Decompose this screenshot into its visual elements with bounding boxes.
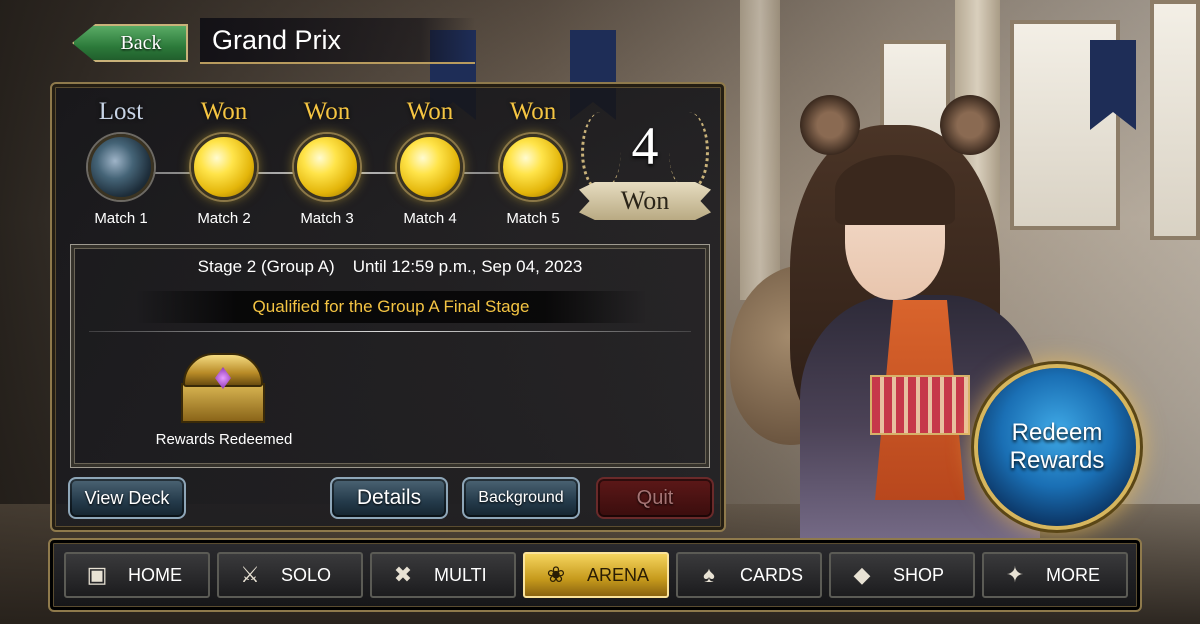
- match-3: Won Match 3: [282, 96, 372, 227]
- match-4: Won Match 4: [385, 96, 475, 227]
- redeem-rewards-button[interactable]: Redeem Rewards: [978, 368, 1136, 526]
- wins-emblem: 4 Won: [575, 102, 715, 222]
- match-result: Won: [406, 98, 454, 125]
- match-results: Lost Match 1 Won Match 2 Won Match 3 Won…: [76, 96, 586, 236]
- match-result: Won: [509, 98, 557, 125]
- nav-multi[interactable]: ✖ MULTI: [370, 552, 516, 598]
- match-label: Match 2: [197, 210, 251, 227]
- crossed-swords-icon: ✖: [393, 562, 413, 587]
- treasure-chest-icon: [173, 349, 273, 429]
- won-orb-icon: [500, 134, 566, 200]
- nav-home[interactable]: ▣ HOME: [64, 552, 210, 598]
- nav-cards[interactable]: ♠ CARDS: [676, 552, 822, 598]
- grand-prix-panel: Lost Match 1 Won Match 2 Won Match 3 Won…: [50, 82, 726, 532]
- rewards-redeemed-label: Rewards Redeemed: [155, 431, 293, 448]
- nav-shop[interactable]: ◆ SHOP: [829, 552, 975, 598]
- match-1: Lost Match 1: [76, 96, 166, 227]
- wins-count: 4: [631, 116, 659, 176]
- match-5: Won Match 5: [488, 96, 578, 227]
- qualified-status: Qualified for the Group A Final Stage: [135, 291, 647, 323]
- divider: [89, 331, 691, 332]
- match-result: Won: [303, 98, 351, 125]
- sparkles-icon: ✦: [1005, 562, 1025, 587]
- sword-shield-icon: ⚔: [240, 562, 260, 587]
- nav-arena[interactable]: ❀ ARENA: [523, 552, 669, 598]
- won-orb-icon: [397, 134, 463, 200]
- match-label: Match 5: [506, 210, 560, 227]
- match-result: Lost: [98, 98, 144, 125]
- back-button-label: Back: [120, 31, 162, 54]
- back-button[interactable]: Back: [72, 24, 188, 62]
- wins-ribbon: Won: [579, 182, 711, 220]
- view-deck-button[interactable]: View Deck: [68, 477, 186, 519]
- laurel-icon: ❀: [546, 562, 566, 587]
- match-2: Won Match 2: [179, 96, 269, 227]
- stage-name: Stage 2 (Group A): [197, 257, 335, 276]
- won-orb-icon: [191, 134, 257, 200]
- details-button[interactable]: Details: [330, 477, 448, 519]
- stage-info-box: Stage 2 (Group A) Until 12:59 p.m., Sep 0…: [70, 244, 710, 468]
- match-label: Match 3: [300, 210, 354, 227]
- stage-deadline: Until 12:59 p.m., Sep 04, 2023: [352, 257, 583, 276]
- match-result: Won: [200, 98, 248, 125]
- match-label: Match 4: [403, 210, 457, 227]
- background-button[interactable]: Background: [462, 477, 580, 519]
- match-label: Match 1: [94, 210, 148, 227]
- lost-orb-icon: [88, 134, 154, 200]
- nav-more[interactable]: ✦ MORE: [982, 552, 1128, 598]
- page-title: Grand Prix: [200, 18, 475, 64]
- bottom-navigation: ▣ HOME ⚔ SOLO ✖ MULTI ❀ ARENA ♠ CARDS ◆ …: [48, 538, 1142, 612]
- home-icon: ▣: [86, 562, 108, 587]
- castle-window: [1150, 0, 1200, 240]
- won-orb-icon: [294, 134, 360, 200]
- nav-solo[interactable]: ⚔ SOLO: [217, 552, 363, 598]
- cards-icon: ♠: [703, 562, 715, 587]
- stage-info: Stage 2 (Group A) Until 12:59 p.m., Sep 0…: [71, 257, 709, 277]
- crystal-icon: ◆: [853, 562, 871, 587]
- quit-button[interactable]: Quit: [596, 477, 714, 519]
